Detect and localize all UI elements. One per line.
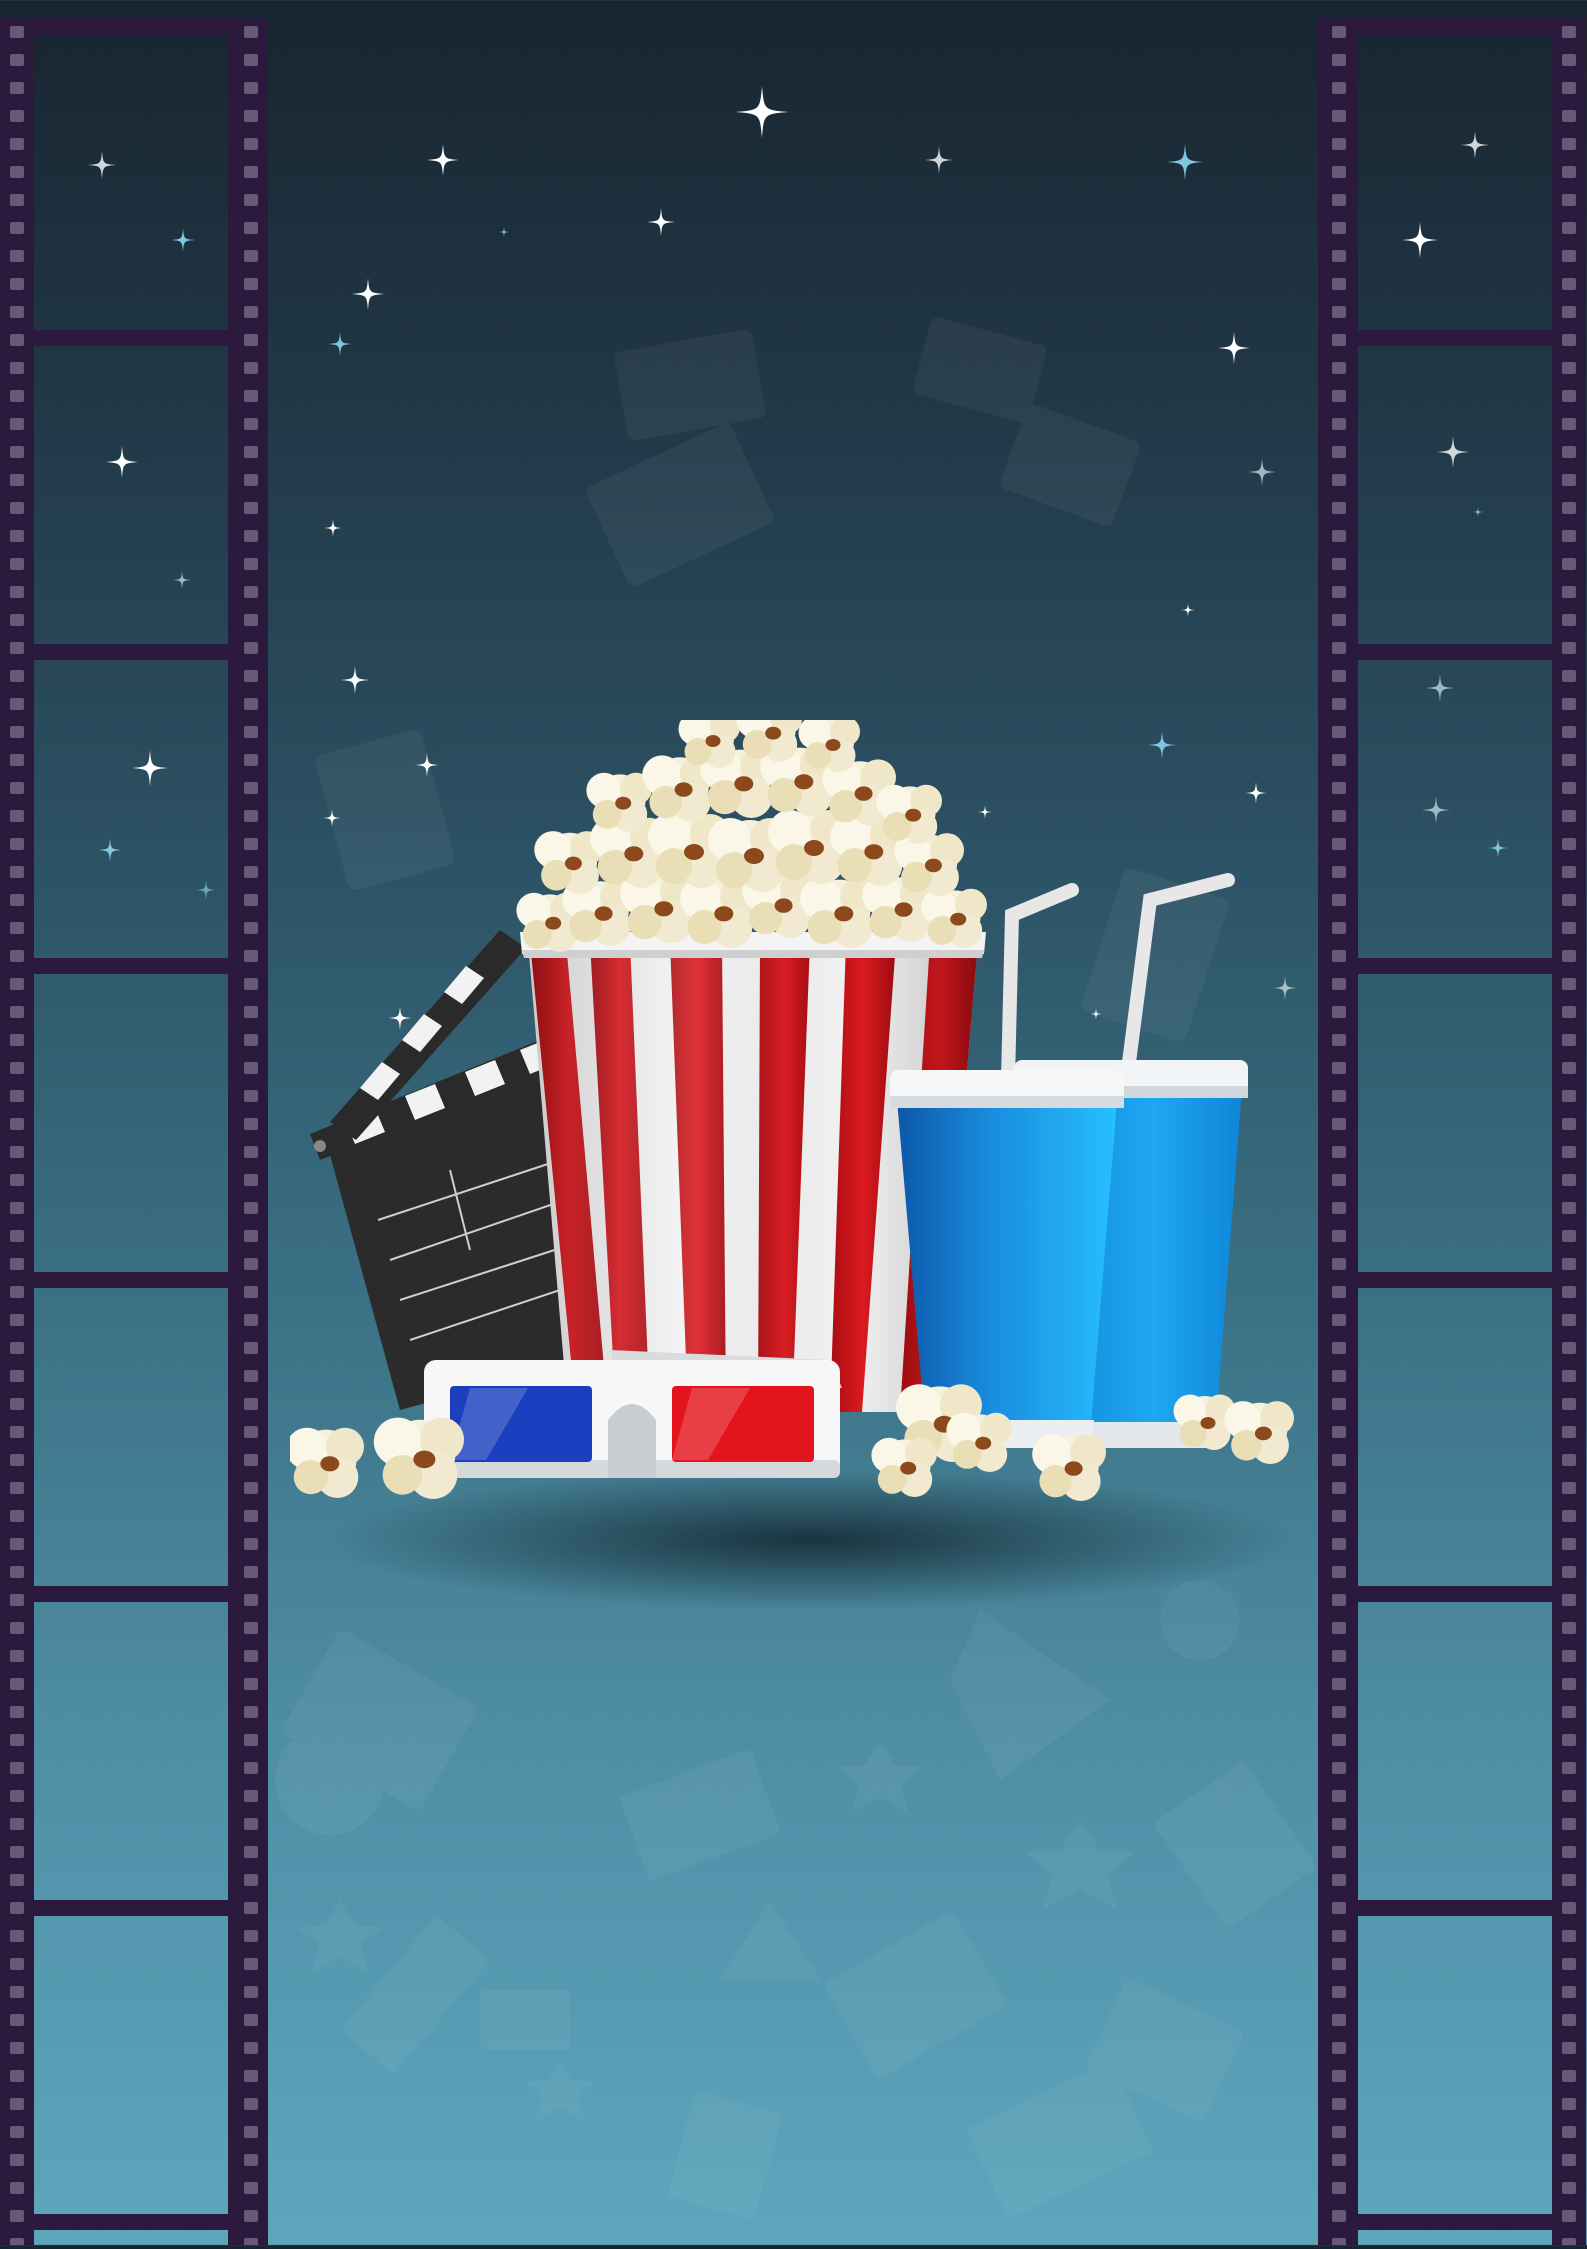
- left-filmstrip: [0, 18, 268, 2245]
- popcorn-pile: [516, 720, 987, 952]
- soda-straw: [1001, 873, 1235, 1087]
- right-filmstrip: [1318, 18, 1586, 2245]
- 3d-glasses-icon: [424, 1350, 842, 1478]
- cinema-snacks-illustration: [290, 720, 1310, 1640]
- filmstrip-icon: [1318, 18, 1586, 2245]
- filmstrip-icon: [0, 18, 268, 2245]
